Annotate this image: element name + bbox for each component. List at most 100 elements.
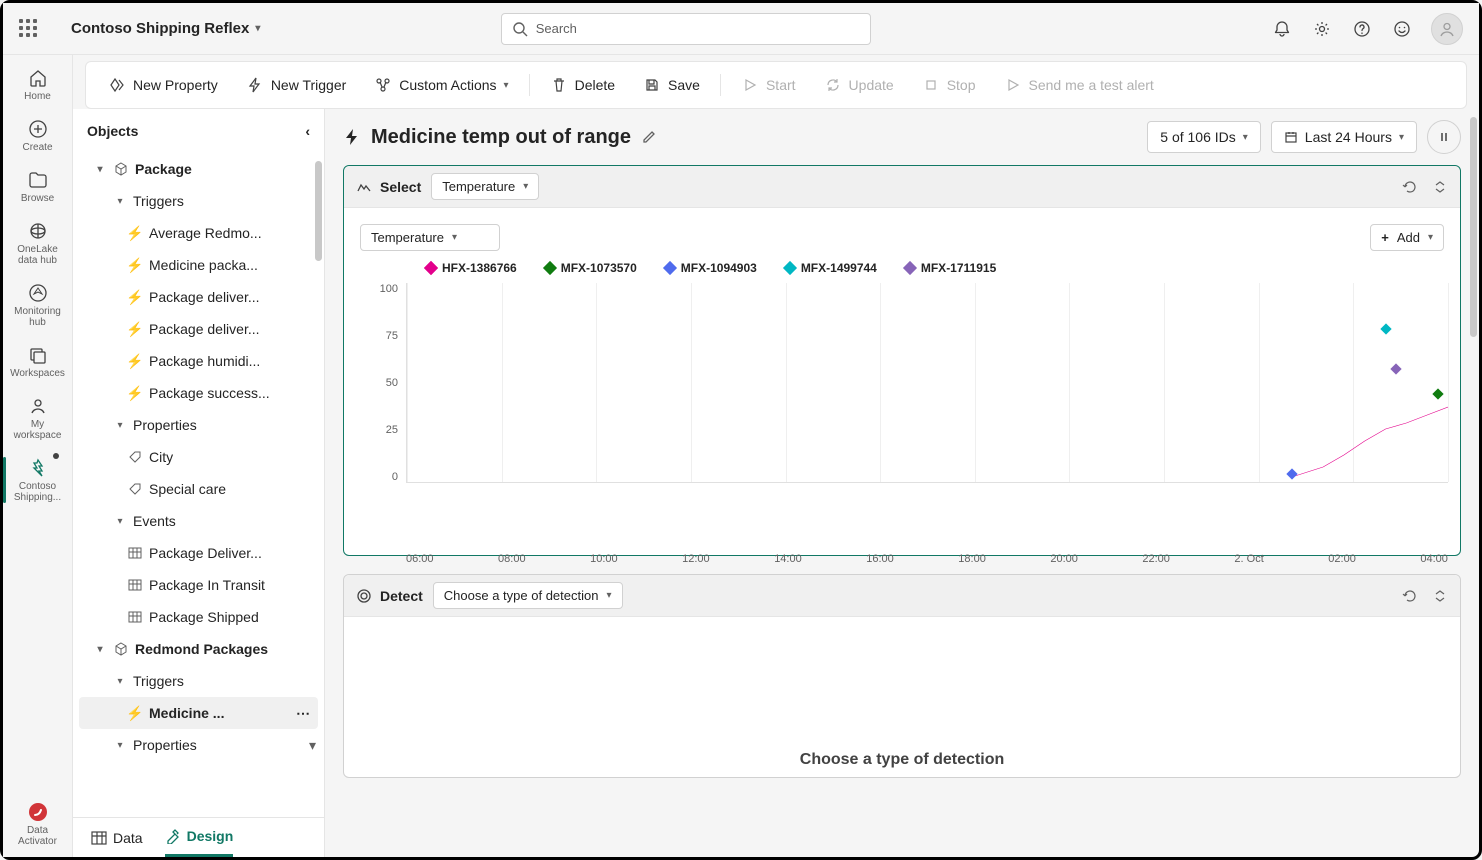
send-test-button: Send me a test alert — [992, 70, 1166, 100]
tree-node-events[interactable]: ▾Events — [73, 505, 324, 537]
chevron-down-icon: ▾ — [1428, 232, 1433, 243]
bolt-icon: ⚡ — [127, 385, 143, 401]
rail-monitoring[interactable]: Monitoring hub — [7, 276, 69, 334]
bolt-icon: ⚡ — [127, 225, 143, 241]
bolt-icon: ⚡ — [127, 353, 143, 369]
new-trigger-button[interactable]: New Trigger — [234, 70, 358, 100]
rail-my-workspace[interactable]: My workspace — [7, 389, 69, 447]
chevron-down-icon: ▾ — [452, 232, 457, 243]
legend-marker — [783, 261, 797, 275]
scrollbar-thumb[interactable] — [1470, 117, 1477, 337]
bolt-icon — [343, 128, 361, 146]
signal-icon — [356, 179, 372, 195]
tree-trigger-item[interactable]: ⚡Package deliver... — [73, 281, 324, 313]
detect-type-dropdown[interactable]: Choose a type of detection▾ — [433, 582, 623, 609]
tree-trigger-item[interactable]: ⚡Average Redmo... — [73, 217, 324, 249]
update-button: Update — [812, 70, 906, 100]
new-property-button[interactable]: New Property — [96, 70, 230, 100]
property-mini-dropdown[interactable]: Temperature▾ — [360, 224, 500, 251]
delete-button[interactable]: Delete — [538, 70, 627, 100]
more-icon[interactable]: ⋯ — [296, 705, 318, 722]
pause-button[interactable] — [1427, 120, 1461, 154]
tree-trigger-item[interactable]: ⚡Package humidi... — [73, 345, 324, 377]
tag-icon — [127, 449, 143, 465]
tree-node-triggers-2[interactable]: ▾Triggers — [73, 665, 324, 697]
chevron-down-icon: ▾ — [606, 590, 611, 601]
settings-icon[interactable] — [1311, 18, 1333, 40]
rail-create[interactable]: Create — [7, 112, 69, 159]
rail-home[interactable]: Home — [7, 61, 69, 108]
chevron-down-icon: ▾ — [1243, 132, 1248, 143]
search-placeholder: Search — [536, 21, 577, 36]
left-nav-rail: Home Create Browse OneLake data hub Moni… — [3, 55, 73, 857]
chevron-down-icon: ▾ — [523, 181, 528, 192]
tab-data[interactable]: Data — [91, 818, 143, 857]
scrollbar-thumb[interactable] — [315, 161, 322, 261]
tree-node-properties-2[interactable]: ▾Properties▾ — [73, 729, 324, 761]
help-icon[interactable] — [1351, 18, 1373, 40]
chart: 1007550250 06:0008:0010:0012:0014:0016:0… — [356, 283, 1448, 543]
table-icon — [127, 545, 143, 561]
objects-panel: Objects ‹ ▾Package ▾Triggers ⚡Average Re… — [73, 109, 325, 857]
pen-icon — [165, 828, 181, 844]
search-icon — [512, 21, 528, 37]
notifications-icon[interactable] — [1271, 18, 1293, 40]
rail-data-activator[interactable]: Data Activator — [7, 795, 69, 853]
stop-button: Stop — [910, 70, 988, 100]
tab-design[interactable]: Design — [165, 818, 234, 857]
search-input[interactable]: Search — [501, 13, 871, 45]
feedback-icon[interactable] — [1391, 18, 1413, 40]
detect-placeholder-text: Choose a type of detection — [800, 751, 1004, 769]
tree-property-item[interactable]: City — [73, 441, 324, 473]
collapse-panel-icon[interactable]: ‹ — [305, 123, 310, 139]
tree-event-item[interactable]: Package In Transit — [73, 569, 324, 601]
tree-node-redmond[interactable]: ▾Redmond Packages — [73, 633, 324, 665]
rail-browse[interactable]: Browse — [7, 163, 69, 210]
tree-property-item[interactable]: Special care — [73, 473, 324, 505]
tree-node-package[interactable]: ▾Package — [73, 153, 324, 185]
target-icon — [356, 588, 372, 604]
chevron-down-icon: ▾ — [504, 80, 509, 91]
cube-icon — [113, 641, 129, 657]
time-range-selector[interactable]: Last 24 Hours▾ — [1271, 121, 1417, 153]
cube-icon — [113, 161, 129, 177]
tag-icon — [127, 481, 143, 497]
select-property-dropdown[interactable]: Temperature▾ — [431, 173, 539, 200]
bolt-icon: ⚡ — [127, 705, 143, 721]
save-button[interactable]: Save — [631, 70, 712, 100]
workspace-dropdown[interactable]: Contoso Shipping Reflex ▾ — [71, 20, 260, 37]
rail-workspaces[interactable]: Workspaces — [7, 338, 69, 385]
collapse-icon[interactable] — [1432, 588, 1448, 604]
page-title-label: Medicine temp out of range — [371, 126, 631, 149]
canvas-area: Medicine temp out of range 5 of 106 IDs▾… — [325, 109, 1479, 857]
legend-marker — [543, 261, 557, 275]
refresh-icon[interactable] — [1402, 588, 1418, 604]
bolt-icon: ⚡ — [127, 289, 143, 305]
tree-trigger-item[interactable]: ⚡Package deliver... — [73, 313, 324, 345]
tree-event-item[interactable]: Package Shipped — [73, 601, 324, 633]
tree-event-item[interactable]: Package Deliver... — [73, 537, 324, 569]
rail-active-workspace[interactable]: Contoso Shipping... — [7, 451, 69, 509]
edit-icon[interactable] — [641, 129, 657, 145]
select-card: Select Temperature▾ Temperature▾ +Add▾ — [343, 165, 1461, 556]
ids-selector[interactable]: 5 of 106 IDs▾ — [1147, 121, 1261, 153]
rail-onelake[interactable]: OneLake data hub — [7, 214, 69, 272]
detect-card: Detect Choose a type of detection▾ Choos… — [343, 574, 1461, 778]
tree-node-properties[interactable]: ▾Properties — [73, 409, 324, 441]
tree-trigger-item[interactable]: ⚡Medicine packa... — [73, 249, 324, 281]
collapse-icon[interactable] — [1432, 179, 1448, 195]
app-launcher-icon[interactable] — [19, 19, 39, 39]
refresh-icon[interactable] — [1402, 179, 1418, 195]
tree-node-triggers[interactable]: ▾Triggers — [73, 185, 324, 217]
custom-actions-button[interactable]: Custom Actions▾ — [362, 70, 520, 100]
table-icon — [127, 577, 143, 593]
command-toolbar: New Property New Trigger Custom Actions▾… — [85, 61, 1467, 109]
add-button[interactable]: +Add▾ — [1370, 224, 1444, 251]
tree-trigger-selected[interactable]: ⚡Medicine ...⋯ — [79, 697, 318, 729]
tree-trigger-item[interactable]: ⚡Package success... — [73, 377, 324, 409]
legend-marker — [663, 261, 677, 275]
objects-title: Objects — [87, 123, 138, 139]
chevron-down-icon: ▾ — [309, 737, 324, 754]
table-icon — [127, 609, 143, 625]
user-avatar[interactable] — [1431, 13, 1463, 45]
